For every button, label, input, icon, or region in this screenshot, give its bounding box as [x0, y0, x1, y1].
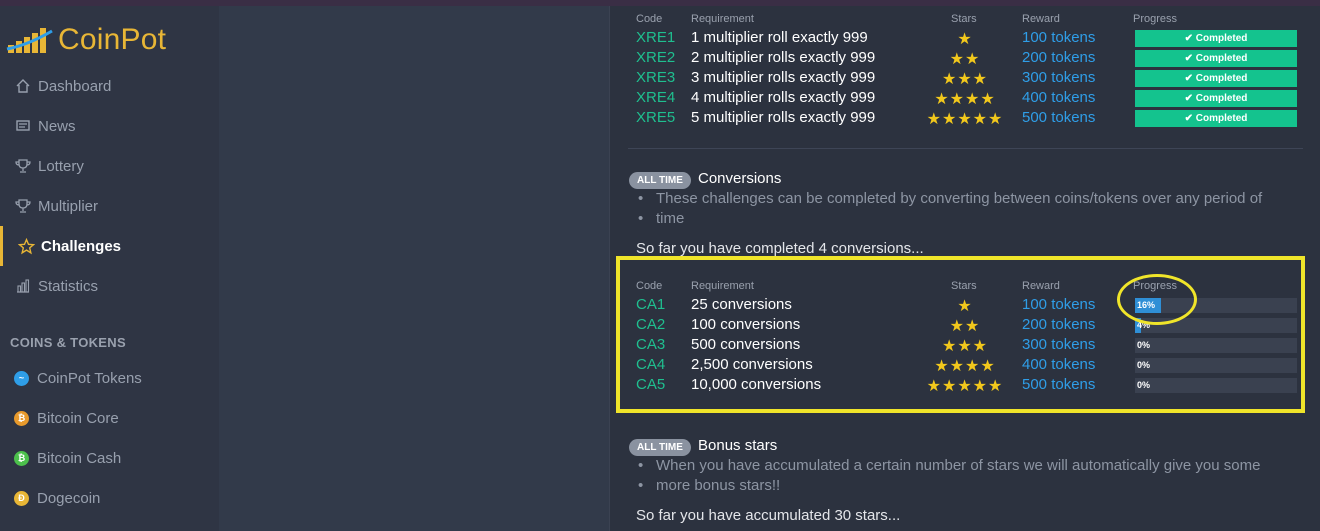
highlight-annotation-ring	[1117, 274, 1197, 325]
sidebar-item-statistics[interactable]: Statistics	[0, 266, 219, 306]
sidebar-item-dogecoin[interactable]: Ð Dogecoin	[0, 478, 219, 518]
column-header-code: Code	[636, 13, 663, 25]
challenge-code: XRE4	[636, 89, 676, 106]
challenge-requirement: 3 multiplier rolls exactly 999	[691, 69, 876, 86]
progress-summary: So far you have completed 4 conversions.…	[636, 240, 924, 257]
star-rating: ★★★	[941, 71, 989, 88]
challenge-code: XRE5	[636, 109, 676, 126]
section-description-cont: more bonus stars!!	[638, 476, 1306, 496]
sidebar-item-lottery[interactable]: Lottery	[0, 146, 219, 186]
sidebar-item-challenges[interactable]: Challenges	[0, 226, 219, 266]
completed-badge: ✔ Completed	[1135, 70, 1297, 87]
challenge-code: XRE3	[636, 69, 676, 86]
progress-summary: So far you have accumulated 30 stars...	[636, 507, 901, 524]
sidebar-item-label: Bitcoin Core	[37, 409, 119, 427]
sidebar-item-label: Dashboard	[38, 77, 112, 95]
sidebar-item-multiplier[interactable]: Multiplier	[0, 186, 219, 226]
reward-link[interactable]: 300 tokens	[1022, 69, 1095, 86]
challenge-code: XRE1	[636, 29, 676, 46]
sidebar-item-dashboard[interactable]: Dashboard	[0, 66, 219, 106]
completed-badge: ✔ Completed	[1135, 90, 1297, 107]
completed-badge: ✔ Completed	[1135, 50, 1297, 67]
star-rating: ★★	[949, 51, 981, 68]
challenge-requirement: 4 multiplier rolls exactly 999	[691, 89, 876, 106]
app-name: CoinPot	[58, 23, 167, 56]
sidebar-item-label: Bitcoin Cash	[37, 449, 122, 467]
completed-badge: ✔ Completed	[1135, 110, 1297, 127]
all-time-badge: ALL TIME	[629, 172, 691, 189]
all-time-badge: ALL TIME	[629, 439, 691, 456]
reward-link[interactable]: 500 tokens	[1022, 109, 1095, 126]
sidebar-item-bitcoin-cash[interactable]: ₿ Bitcoin Cash	[0, 438, 219, 478]
column-header-stars: Stars	[951, 13, 977, 25]
section-description-cont: time	[638, 209, 1306, 229]
sidebar-item-news[interactable]: News	[0, 106, 219, 146]
star-rating: ★★★★★	[926, 111, 1004, 128]
content-gap	[219, 6, 609, 531]
chart-icon	[14, 277, 32, 295]
challenge-requirement: 5 multiplier rolls exactly 999	[691, 109, 876, 126]
reward-link[interactable]: 200 tokens	[1022, 49, 1095, 66]
challenge-requirement: 1 multiplier roll exactly 999	[691, 29, 868, 46]
completed-badge: ✔ Completed	[1135, 30, 1297, 47]
coins-tokens-heading: COINS & TOKENS	[10, 335, 126, 350]
column-header-reward: Reward	[1022, 13, 1060, 25]
dogecoin-icon: Ð	[14, 490, 29, 506]
sidebar-item-label: News	[38, 117, 76, 135]
sidebar-item-coinpot-tokens[interactable]: ~ CoinPot Tokens	[0, 358, 219, 398]
logo[interactable]: CoinPot	[6, 20, 166, 60]
column-header-progress: Progress	[1133, 13, 1178, 25]
star-rating: ★★★★	[934, 91, 996, 108]
coinpot-logo-icon	[6, 28, 53, 53]
news-icon	[14, 117, 32, 135]
reward-link[interactable]: 400 tokens	[1022, 89, 1095, 106]
sidebar: CoinPot Dashboard News Lottery Multiplie…	[0, 6, 219, 531]
sidebar-item-label: CoinPot Tokens	[37, 369, 142, 387]
bitcoin-icon: ₿	[14, 410, 29, 426]
section-divider	[628, 148, 1303, 149]
sidebar-item-label: Multiplier	[38, 197, 99, 215]
sidebar-item-bitcoin-core[interactable]: ₿ Bitcoin Core	[0, 398, 219, 438]
highlight-annotation-box	[616, 256, 1305, 413]
sidebar-item-label: Lottery	[38, 157, 84, 175]
sidebar-item-label: Statistics	[38, 277, 99, 295]
star-icon	[17, 237, 35, 255]
trophy-icon	[14, 197, 32, 215]
sidebar-item-label: Challenges	[41, 237, 122, 255]
home-icon	[14, 77, 32, 95]
star-rating: ★	[957, 31, 973, 48]
challenge-code: XRE2	[636, 49, 676, 66]
column-header-requirement: Requirement	[691, 13, 754, 25]
challenge-requirement: 2 multiplier rolls exactly 999	[691, 49, 876, 66]
trophy-icon	[14, 157, 32, 175]
section-title: Conversions	[698, 170, 782, 187]
section-title: Bonus stars	[698, 437, 778, 454]
coinpot-token-icon: ~	[14, 370, 29, 386]
section-description: These challenges can be completed by con…	[638, 189, 1306, 209]
section-description: When you have accumulated a certain numb…	[638, 456, 1306, 476]
reward-link[interactable]: 100 tokens	[1022, 29, 1095, 46]
sidebar-item-label: Dogecoin	[37, 489, 101, 507]
bitcoin-cash-icon: ₿	[14, 450, 29, 466]
